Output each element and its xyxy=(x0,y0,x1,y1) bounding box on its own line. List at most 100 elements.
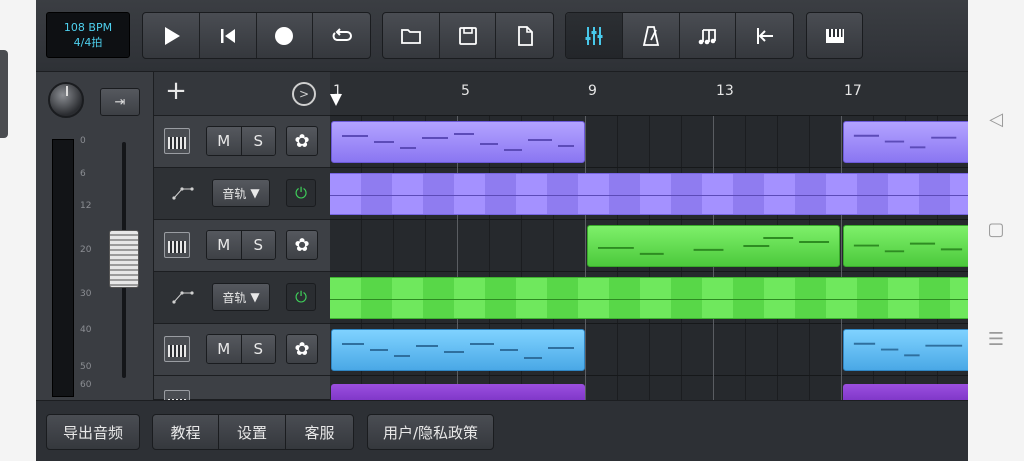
support-button[interactable]: 客服 xyxy=(285,414,354,450)
tempo-bpm: 108 BPM xyxy=(63,21,113,34)
tutorial-button[interactable]: 教程 xyxy=(152,414,219,450)
view-controls xyxy=(565,12,794,59)
add-track-button[interactable]: + xyxy=(162,78,190,106)
automation-curve-icon xyxy=(172,187,194,200)
bar-number: 13 xyxy=(716,83,734,99)
master-mixer: ⇥ 0 6 12 20 30 40 50 60 xyxy=(36,72,154,400)
instrument-keyboard-icon[interactable] xyxy=(164,232,190,258)
settings-button[interactable]: 设置 xyxy=(218,414,286,450)
new-button[interactable] xyxy=(496,13,553,58)
track-header[interactable]: M S ✿ xyxy=(154,324,330,376)
power-icon: ⏻ xyxy=(295,288,307,306)
arrangement-timeline[interactable]: 1 5 9 13 17 xyxy=(330,72,968,400)
side-handle[interactable] xyxy=(0,50,8,138)
play-button[interactable] xyxy=(143,13,200,58)
track-header[interactable]: M S ✿ xyxy=(154,220,330,272)
bar-number: 5 xyxy=(461,83,470,99)
solo-button[interactable]: S xyxy=(241,127,275,155)
midi-clip[interactable] xyxy=(843,121,968,163)
loop-button[interactable] xyxy=(313,13,370,58)
clip-notes xyxy=(853,134,957,149)
automation-target-label: 音轨 xyxy=(222,186,247,201)
mixer-button[interactable] xyxy=(566,13,623,58)
automation-header[interactable]: 音轨 ▼ ⏻ xyxy=(154,168,330,220)
mute-solo-group: M S xyxy=(206,334,276,364)
clip-notes xyxy=(853,242,963,253)
next-button[interactable]: > xyxy=(292,82,316,106)
playhead-marker[interactable] xyxy=(330,94,342,106)
automation-target-select[interactable]: 音轨 ▼ xyxy=(212,179,270,207)
file-controls xyxy=(382,12,554,59)
midi-clip[interactable] xyxy=(331,329,585,371)
metronome-button[interactable] xyxy=(623,13,680,58)
midi-clip[interactable] xyxy=(843,384,968,400)
tempo-display[interactable]: 108 BPM 4/4拍 xyxy=(46,12,130,58)
skip-back-icon xyxy=(220,28,235,43)
db-label: 6 xyxy=(80,169,86,179)
export-audio-button[interactable]: 导出音频 xyxy=(46,414,140,450)
open-button[interactable] xyxy=(383,13,440,58)
track-settings-button[interactable]: ✿ xyxy=(286,126,318,156)
expand-button[interactable]: ⇥ xyxy=(100,88,140,116)
loop-icon xyxy=(332,27,352,41)
record-button[interactable] xyxy=(257,13,314,58)
track-settings-button[interactable]: ✿ xyxy=(286,230,318,260)
back-triangle-icon[interactable]: ◁ xyxy=(986,110,1006,130)
clip-notes xyxy=(853,342,963,357)
new-file-icon xyxy=(517,25,533,46)
automation-curve[interactable] xyxy=(330,195,968,196)
transport-controls xyxy=(142,12,371,59)
automation-region[interactable] xyxy=(330,277,968,319)
instrument-keyboard-icon[interactable] xyxy=(164,336,190,362)
pan-knob[interactable] xyxy=(48,82,84,118)
automation-power-button[interactable]: ⏻ xyxy=(286,283,316,311)
mute-button[interactable]: M xyxy=(207,335,242,363)
solo-button[interactable]: S xyxy=(241,335,275,363)
home-square-icon[interactable]: ▢ xyxy=(986,220,1006,240)
menu-lines-icon[interactable]: ☰ xyxy=(986,330,1006,350)
arrow-right-icon: ⇥ xyxy=(114,94,126,110)
volume-fader-handle[interactable] xyxy=(109,230,139,288)
bar-ruler[interactable]: 1 5 9 13 17 xyxy=(330,72,968,116)
bar-divider xyxy=(585,116,586,400)
piano-icon xyxy=(825,28,844,43)
automation-region[interactable] xyxy=(330,173,968,215)
piano-controls xyxy=(806,12,863,59)
return-button[interactable] xyxy=(736,13,793,58)
midi-clip[interactable] xyxy=(843,329,968,371)
mute-solo-group: M S xyxy=(206,126,276,156)
db-label: 0 xyxy=(80,136,86,146)
solo-button[interactable]: S xyxy=(241,231,275,259)
piano-button[interactable] xyxy=(807,13,862,58)
notes-button[interactable] xyxy=(680,13,737,58)
mute-button[interactable]: M xyxy=(207,231,242,259)
top-toolbar: 108 BPM 4/4拍 xyxy=(36,0,968,72)
track-header[interactable]: M S ✿ xyxy=(154,116,330,168)
bar-number: 9 xyxy=(588,83,597,99)
clip-notes xyxy=(342,133,574,151)
dropdown-triangle-icon: ▼ xyxy=(250,186,260,200)
automation-target-select[interactable]: 音轨 ▼ xyxy=(212,283,270,311)
midi-clip[interactable] xyxy=(331,384,585,400)
midi-clip[interactable] xyxy=(331,121,585,163)
privacy-policy-button[interactable]: 用户/隐私政策 xyxy=(367,414,494,450)
automation-power-button[interactable]: ⏻ xyxy=(286,179,316,207)
automation-header[interactable]: 音轨 ▼ ⏻ xyxy=(154,272,330,324)
folder-icon xyxy=(400,28,421,44)
clip-notes xyxy=(342,343,574,359)
automation-curve[interactable] xyxy=(330,299,968,300)
save-button[interactable] xyxy=(440,13,497,58)
gear-icon: ✿ xyxy=(294,338,310,360)
midi-clip[interactable] xyxy=(587,225,840,267)
record-icon xyxy=(275,26,294,45)
rewind-button[interactable] xyxy=(200,13,257,58)
mute-button[interactable]: M xyxy=(207,127,242,155)
instrument-keyboard-icon[interactable] xyxy=(164,128,190,154)
metronome-icon xyxy=(642,25,659,46)
track-settings-button[interactable]: ✿ xyxy=(286,334,318,364)
bar-divider xyxy=(841,116,842,400)
midi-clip[interactable] xyxy=(843,225,968,267)
track-header-partial[interactable] xyxy=(154,376,330,416)
power-icon: ⏻ xyxy=(295,184,307,202)
gear-icon: ✿ xyxy=(294,234,310,256)
